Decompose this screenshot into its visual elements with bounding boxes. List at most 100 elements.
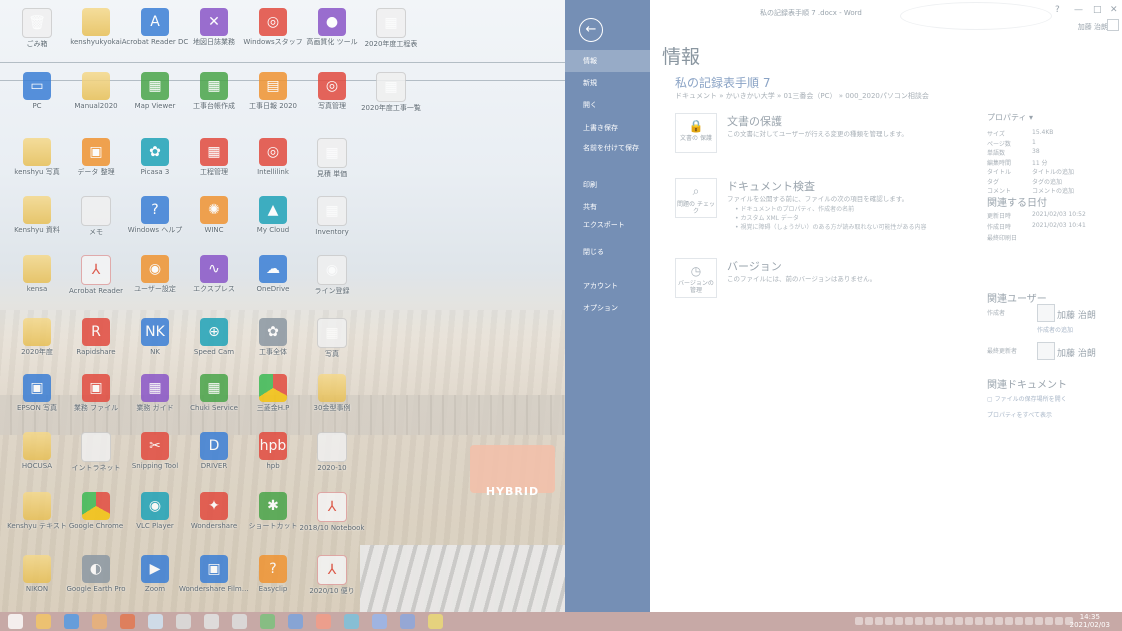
manage-versions-button[interactable]: ◷ バージョンの 管理 xyxy=(675,258,717,298)
help-button[interactable]: ? xyxy=(1055,5,1060,15)
app-icon[interactable] xyxy=(316,614,331,629)
word-icon[interactable] xyxy=(288,614,303,629)
versions-title: バージョン xyxy=(727,260,782,273)
desktop-icon[interactable]: ▦ 見積 単価 xyxy=(297,138,367,196)
browser-icon[interactable] xyxy=(64,614,79,629)
tray-icon[interactable] xyxy=(975,617,983,625)
last-modified-by-label: 最終更新者 xyxy=(987,348,1018,355)
tray-icon[interactable] xyxy=(965,617,973,625)
clock-time: 14:35 xyxy=(1079,613,1100,621)
app-icon[interactable] xyxy=(232,614,247,629)
app-icon[interactable] xyxy=(148,614,163,629)
backstage-nav-item[interactable]: 開く xyxy=(565,94,650,116)
minimize-button[interactable]: — xyxy=(1074,5,1083,15)
file-explorer-icon[interactable] xyxy=(36,614,51,629)
chrome-icon xyxy=(82,492,110,520)
desktop-icon[interactable]: 2020-10 xyxy=(297,432,367,490)
backstage-nav-item[interactable]: 上書き保存 xyxy=(565,117,650,139)
edge-icon[interactable] xyxy=(372,614,387,629)
desktop-icon-label: 30金型事例 xyxy=(313,404,351,412)
desktop-icon[interactable]: ▦ 2020年度工事一覧 xyxy=(356,72,426,130)
tray-icon[interactable] xyxy=(1025,617,1033,625)
property-value: 15.4KB xyxy=(1032,129,1054,136)
tray-icon[interactable] xyxy=(885,617,893,625)
folder-icon xyxy=(82,8,110,36)
backstage-nav-item[interactable]: オプション xyxy=(565,297,650,319)
app-icon: NK xyxy=(141,318,169,346)
tray-icon[interactable] xyxy=(1055,617,1063,625)
avatar[interactable] xyxy=(1107,19,1119,31)
desktop-icon[interactable]: ◉ ライン登録 xyxy=(297,255,367,313)
tray-icon[interactable] xyxy=(915,617,923,625)
close-button[interactable]: ✕ xyxy=(1110,5,1118,15)
back-arrow-icon[interactable]: ← xyxy=(579,18,603,42)
tray-icon[interactable] xyxy=(955,617,963,625)
excel-icon[interactable] xyxy=(260,614,275,629)
tray-icon[interactable] xyxy=(945,617,953,625)
app-icon[interactable] xyxy=(176,614,191,629)
app-icon[interactable] xyxy=(428,614,443,629)
check-for-issues-button-label: 問題の チェック xyxy=(677,201,715,215)
app-icon: ● xyxy=(318,8,346,36)
tray-icon[interactable] xyxy=(865,617,873,625)
last-modified-by-name[interactable]: 加藤 治朗 xyxy=(1057,346,1096,359)
tray-icon[interactable] xyxy=(905,617,913,625)
app-icon: ✿ xyxy=(259,318,287,346)
tray-icon[interactable] xyxy=(935,617,943,625)
app-icon[interactable] xyxy=(92,614,107,629)
author-name[interactable]: 加藤 治朗 xyxy=(1057,308,1096,321)
backstage-nav-item[interactable]: 閉じる xyxy=(565,241,650,263)
show-all-properties-link[interactable]: プロパティをすべて表示 xyxy=(987,410,1052,419)
desktop-icon-label: Inventory xyxy=(315,228,349,236)
document-path[interactable]: ドキュメント » かいきかい大学 » 01三番会（PC） » 000_2020パ… xyxy=(675,91,929,101)
backstage-nav-item[interactable]: 共有 xyxy=(565,196,650,218)
backstage-nav-item[interactable]: エクスポート xyxy=(565,218,650,240)
tray-icon[interactable] xyxy=(1015,617,1023,625)
author-avatar xyxy=(1037,304,1055,322)
desktop-icon[interactable]: ⅄ 2018/10 Notebook xyxy=(297,492,367,550)
property-value[interactable]: タイトルの追加 xyxy=(1032,167,1074,176)
protect-document-button[interactable]: 🔒 文書の 保護 xyxy=(675,113,717,153)
account-name[interactable]: 加藤 治朗 xyxy=(1078,22,1108,32)
tray-icon[interactable] xyxy=(1045,617,1053,625)
taskbar-clock[interactable]: 14:35 2021/02/03 xyxy=(1070,613,1110,629)
desktop-icon-label: 2020年度工事一覧 xyxy=(361,104,421,112)
desktop-icon[interactable]: ⅄ 2020/10 便り xyxy=(297,555,367,612)
app-icon: ✿ xyxy=(141,138,169,166)
check-for-issues-button[interactable]: ⌕ 問題の チェック xyxy=(675,178,717,218)
backstage-nav-item[interactable]: 名前を付けて保存 xyxy=(565,141,650,163)
property-label: タイトル xyxy=(987,169,1012,176)
desktop-icon[interactable]: 30金型事例 xyxy=(297,374,367,432)
desktop-icon[interactable]: ▦ 写真 xyxy=(297,318,367,376)
wallpaper-machine-label: HYBRID xyxy=(485,485,540,498)
backstage-nav-item[interactable]: 情報 xyxy=(565,50,650,72)
tray-icon[interactable] xyxy=(985,617,993,625)
app-icon: ⊕ xyxy=(200,318,228,346)
property-value[interactable]: タグの追加 xyxy=(1032,177,1062,186)
add-author-link[interactable]: 作成者の追加 xyxy=(1037,325,1073,334)
desktop-icon[interactable]: ▦ 2020年度工程表 xyxy=(356,8,426,66)
backstage-nav-item[interactable]: 新規 xyxy=(565,72,650,94)
tray-icon[interactable] xyxy=(875,617,883,625)
open-file-location-link[interactable]: ▢ ファイルの保存場所を開く xyxy=(987,394,1067,403)
inspect-icon: ⌕ xyxy=(692,184,700,198)
powerpoint-icon[interactable] xyxy=(120,614,135,629)
tray-icon[interactable] xyxy=(855,617,863,625)
inspect-document-desc: ファイルを公開する前に、ファイルの次の項目を確認します。 xyxy=(727,195,909,203)
document-icon: ▦ xyxy=(317,196,347,226)
app-icon: ∿ xyxy=(200,255,228,283)
tray-icon[interactable] xyxy=(1005,617,1013,625)
restore-button[interactable]: □ xyxy=(1093,5,1102,15)
tray-icon[interactable] xyxy=(895,617,903,625)
backstage-nav-item[interactable]: 印刷 xyxy=(565,174,650,196)
properties-header[interactable]: プロパティ ▾ xyxy=(987,112,1033,123)
tray-icon[interactable] xyxy=(925,617,933,625)
app-icon[interactable] xyxy=(204,614,219,629)
app-icon[interactable] xyxy=(400,614,415,629)
tray-icon[interactable] xyxy=(995,617,1003,625)
app-icon[interactable] xyxy=(344,614,359,629)
tray-icon[interactable] xyxy=(1035,617,1043,625)
backstage-nav-item[interactable]: アカウント xyxy=(565,275,650,297)
windows-start-icon[interactable] xyxy=(8,614,23,629)
desktop-icon[interactable]: ▦ Inventory xyxy=(297,196,367,254)
